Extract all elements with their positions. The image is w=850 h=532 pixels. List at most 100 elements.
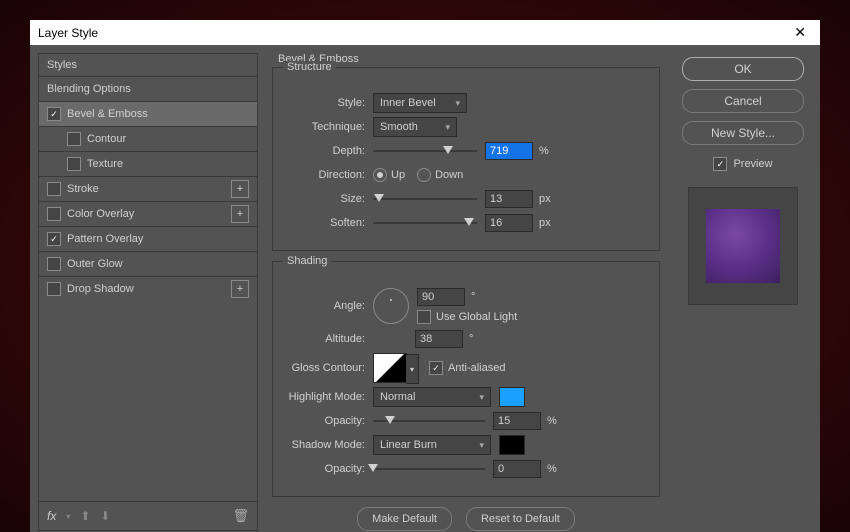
reset-to-default-button[interactable]: Reset to Default <box>466 507 575 531</box>
blending-options-label: Blending Options <box>47 83 131 95</box>
layer-style-dialog: Layer Style ✕ Styles Blending Options ✓ B… <box>30 20 820 512</box>
depth-label: Depth: <box>287 145 373 157</box>
gloss-contour-picker[interactable]: ▾ <box>373 353 407 383</box>
direction-down-label: Down <box>435 169 463 181</box>
preview-label: Preview <box>733 158 772 170</box>
altitude-input[interactable]: 38 <box>415 330 463 348</box>
size-slider[interactable] <box>373 192 477 206</box>
style-row-pattern-overlay[interactable]: ✓ Pattern Overlay <box>39 226 257 251</box>
size-unit: px <box>533 193 561 205</box>
chevron-down-icon[interactable]: ▾ <box>406 354 419 384</box>
ok-button[interactable]: OK <box>682 57 804 81</box>
styles-list: Styles Blending Options ✓ Bevel & Emboss C… <box>38 53 258 502</box>
make-default-button[interactable]: Make Default <box>357 507 452 531</box>
style-checkbox[interactable] <box>47 182 61 196</box>
new-style-button[interactable]: New Style... <box>682 121 804 145</box>
altitude-label: Altitude: <box>287 333 373 345</box>
style-checkbox[interactable] <box>47 282 61 296</box>
add-effect-button[interactable]: + <box>231 280 249 298</box>
fx-menu[interactable]: fx <box>47 509 56 523</box>
depth-slider[interactable] <box>373 144 477 158</box>
soften-slider[interactable] <box>373 216 477 230</box>
direction-down-radio[interactable] <box>417 168 431 182</box>
highlight-mode-label: Highlight Mode: <box>287 391 373 403</box>
angle-input[interactable]: 90 <box>417 288 465 306</box>
percent-unit: % <box>541 463 569 475</box>
style-label: Drop Shadow <box>67 283 134 295</box>
chevron-down-icon: ▾ <box>445 122 450 133</box>
technique-select[interactable]: Smooth▾ <box>373 117 457 137</box>
style-label: Texture <box>87 158 123 170</box>
soften-input[interactable]: 16 <box>485 214 533 232</box>
altitude-unit: ° <box>463 333 491 345</box>
add-effect-button[interactable]: + <box>231 180 249 198</box>
shadow-color-swatch[interactable] <box>499 435 525 455</box>
styles-header[interactable]: Styles <box>39 54 257 76</box>
antialiased-checkbox[interactable]: ✓ <box>429 361 443 375</box>
depth-input[interactable]: 719 <box>485 142 533 160</box>
titlebar: Layer Style ✕ <box>30 20 820 45</box>
style-label: Bevel & Emboss <box>67 108 148 120</box>
style-label: Pattern Overlay <box>67 233 143 245</box>
style-checkbox[interactable] <box>47 257 61 271</box>
cancel-button[interactable]: Cancel <box>682 89 804 113</box>
arrow-up-icon[interactable]: ⬆ <box>80 509 90 523</box>
style-select[interactable]: Inner Bevel▾ <box>373 93 467 113</box>
styles-footer: fx ▾ ⬆ ⬇ 🗑 <box>38 502 258 531</box>
highlight-opacity-slider[interactable] <box>373 414 485 428</box>
shadow-opacity-label: Opacity: <box>287 463 373 475</box>
direction-up-radio[interactable] <box>373 168 387 182</box>
angle-unit: ° <box>465 291 493 303</box>
style-row-bevel-emboss[interactable]: ✓ Bevel & Emboss <box>39 101 257 126</box>
highlight-color-swatch[interactable] <box>499 387 525 407</box>
chevron-down-icon: ▾ <box>479 392 484 403</box>
style-row-drop-shadow[interactable]: Drop Shadow + <box>39 276 257 301</box>
style-label: Outer Glow <box>67 258 123 270</box>
size-label: Size: <box>287 193 373 205</box>
shadow-mode-select[interactable]: Linear Burn▾ <box>373 435 491 455</box>
style-checkbox[interactable]: ✓ <box>47 232 61 246</box>
preview-thumbnail <box>688 187 798 305</box>
style-row-stroke[interactable]: Stroke+ <box>39 176 257 201</box>
angle-dial[interactable] <box>373 288 409 324</box>
shading-group: Shading Angle: 90 ° Use Glo <box>272 261 660 497</box>
highlight-opacity-input[interactable]: 15 <box>493 412 541 430</box>
highlight-mode-select[interactable]: Normal▾ <box>373 387 491 407</box>
structure-legend: Structure <box>283 61 336 73</box>
shadow-opacity-input[interactable]: 0 <box>493 460 541 478</box>
style-row-contour[interactable]: Contour <box>39 126 257 151</box>
preview-swatch <box>706 209 780 283</box>
percent-unit: % <box>541 415 569 427</box>
style-checkbox[interactable] <box>67 132 81 146</box>
preview-checkbox[interactable]: ✓ <box>713 157 727 171</box>
global-light-label: Use Global Light <box>436 311 517 323</box>
direction-label: Direction: <box>287 169 373 181</box>
style-label: Contour <box>87 133 126 145</box>
chevron-down-icon[interactable]: ▾ <box>66 512 70 521</box>
gloss-contour-label: Gloss Contour: <box>287 362 373 374</box>
technique-label: Technique: <box>287 121 373 133</box>
soften-unit: px <box>533 217 561 229</box>
style-checkbox[interactable]: ✓ <box>47 107 61 121</box>
direction-up-label: Up <box>391 169 405 181</box>
style-label: Style: <box>287 97 373 109</box>
soften-label: Soften: <box>287 217 373 229</box>
style-row-outer-glow[interactable]: Outer Glow <box>39 251 257 276</box>
shadow-opacity-slider[interactable] <box>373 462 485 476</box>
arrow-down-icon[interactable]: ⬇ <box>100 509 110 523</box>
style-checkbox[interactable] <box>47 207 61 221</box>
style-row-texture[interactable]: Texture <box>39 151 257 176</box>
size-input[interactable]: 13 <box>485 190 533 208</box>
blending-options-row[interactable]: Blending Options <box>39 76 257 101</box>
angle-label: Angle: <box>287 300 373 312</box>
chevron-down-icon: ▾ <box>455 98 460 109</box>
style-label: Color Overlay <box>67 208 134 220</box>
chevron-down-icon: ▾ <box>479 440 484 451</box>
trash-icon[interactable]: 🗑 <box>232 508 249 524</box>
depth-unit: % <box>533 145 561 157</box>
style-checkbox[interactable] <box>67 157 81 171</box>
close-icon[interactable]: ✕ <box>788 20 812 45</box>
style-row-color-overlay[interactable]: Color Overlay + <box>39 201 257 226</box>
add-effect-button[interactable]: + <box>231 205 249 223</box>
global-light-checkbox[interactable] <box>417 310 431 324</box>
